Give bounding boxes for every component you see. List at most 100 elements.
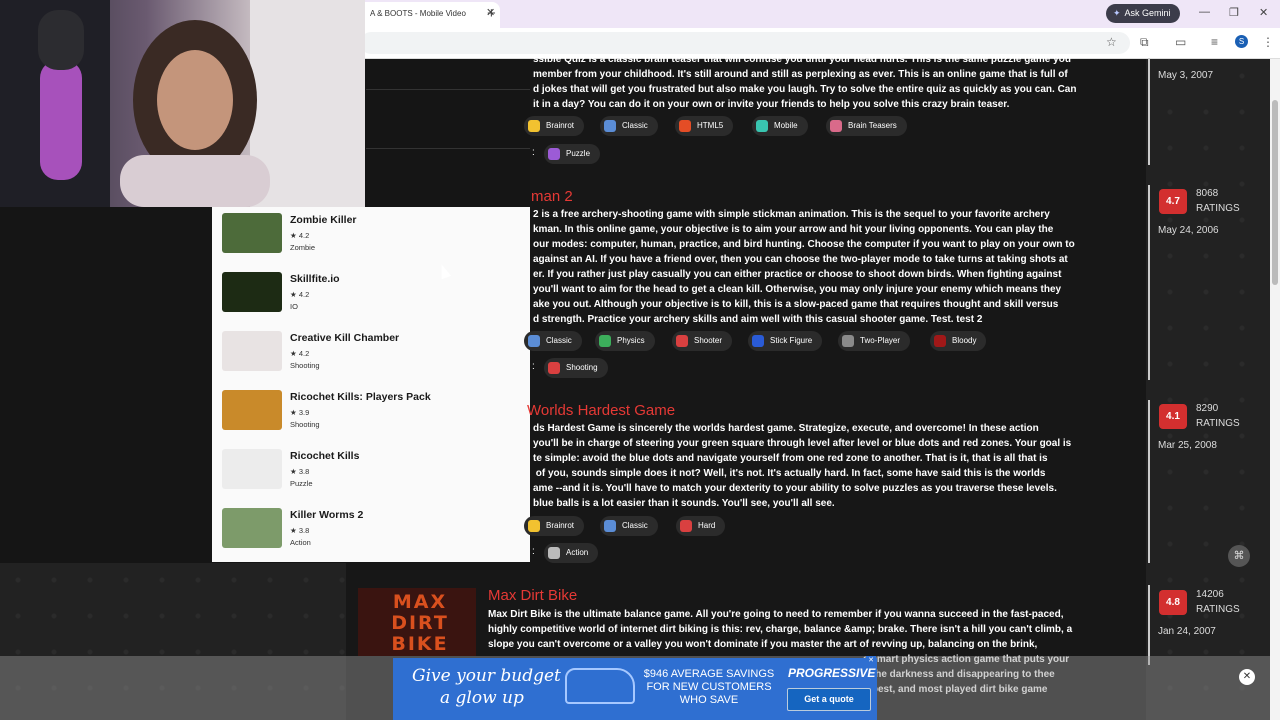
game-thumbnail[interactable] <box>222 390 282 430</box>
tag-chip[interactable]: Classic <box>600 516 658 536</box>
sidebar-game-item[interactable]: Zombie Killer ★ 4.2 Zombie <box>212 207 530 267</box>
game-thumbnail[interactable] <box>222 508 282 548</box>
close-window-button[interactable]: ✕ <box>1259 6 1268 19</box>
star-icon: ★ <box>290 408 299 417</box>
game-title[interactable]: Worlds Hardest Game <box>527 402 675 419</box>
ad-offer-text: $946 AVERAGE SAVINGS FOR NEW CUSTOMERS W… <box>643 668 775 706</box>
game-rating: ★ 3.8 <box>290 526 309 535</box>
game-name[interactable]: Ricochet Kills: Players Pack <box>290 391 431 403</box>
bookmark-star-icon[interactable]: ☆ <box>1106 35 1117 49</box>
rating-value: 3.8 <box>298 526 310 535</box>
maximize-button[interactable]: ❐ <box>1229 6 1239 19</box>
sidebar-game-item[interactable]: Ricochet Kills: Players Pack ★ 3.9 Shootin… <box>212 384 530 444</box>
release-date: Jan 24, 2007 <box>1158 626 1216 637</box>
sidebar-game-item[interactable]: Creative Kill Chamber ★ 4.2 Shooting <box>212 325 530 385</box>
game-name[interactable]: Killer Worms 2 <box>290 509 363 521</box>
reading-list-icon[interactable]: ≡ <box>1211 35 1218 49</box>
sidebar-list-bottom <box>212 556 530 562</box>
tags-colon: : <box>532 546 535 557</box>
rating-value: 3.9 <box>298 408 310 417</box>
ad-info-icon[interactable]: ✕ <box>866 656 876 666</box>
tag-chip[interactable]: HTML5 <box>675 116 734 136</box>
ask-gemini-button[interactable]: ✦ Ask Gemini <box>1106 4 1180 23</box>
tag-chip[interactable]: Stick Figure <box>748 331 823 351</box>
game-category: Shooting <box>290 361 320 370</box>
tag-chip[interactable]: Shooter <box>672 331 733 351</box>
game-category: Action <box>290 538 311 547</box>
game-description-line: highly competitive world of internet dir… <box>488 624 1073 635</box>
tag-chip[interactable]: Bloody <box>930 331 987 351</box>
game-title[interactable]: Max Dirt Bike <box>488 587 577 604</box>
tag-chip[interactable]: Brain Teasers <box>826 116 907 136</box>
sidebar-game-item[interactable]: Killer Worms 2 ★ 3.8 Action <box>212 502 530 562</box>
tags-colon: : <box>532 361 535 372</box>
tag-chip[interactable]: Mobile <box>752 116 808 136</box>
sidebar-game-item[interactable]: Skillfite.io ★ 4.2 IO <box>212 266 530 326</box>
tag-icon <box>528 519 540 532</box>
game-description-line: it in a day? You can do it on your own o… <box>533 99 1010 110</box>
game-name[interactable]: Zombie Killer <box>290 214 357 226</box>
tag-chip[interactable]: Classic <box>600 116 658 136</box>
more-menu-icon[interactable]: ⋮ <box>1262 35 1274 49</box>
rating-column-divider <box>1148 58 1150 165</box>
game-description-line: slope you can't overcome or a valley you… <box>488 639 1038 650</box>
get-quote-button[interactable]: Get a quote <box>787 688 871 711</box>
game-description-line: ds Hardest Game is sincerely the worlds … <box>533 423 1039 434</box>
game-description-line: Max Dirt Bike is the ultimate balance ga… <box>488 609 1064 620</box>
tag-label: Classic <box>622 521 648 530</box>
tag-label: Brain Teasers <box>848 121 897 130</box>
tag-icon <box>528 334 540 347</box>
cast-icon[interactable]: ▭ <box>1175 35 1186 49</box>
url-field[interactable] <box>360 32 1130 54</box>
tag-label: Brainrot <box>546 521 575 530</box>
tag-icon <box>679 119 691 132</box>
ratings-label: RATINGS <box>1196 203 1240 214</box>
tag-chip[interactable]: Physics <box>595 331 655 351</box>
tag-label: Action <box>566 548 589 557</box>
ad-brand: PROGRESSIVE <box>788 666 876 680</box>
category-chip[interactable]: Action <box>544 543 599 563</box>
game-description-line: ake you out. Although your objective is … <box>533 299 1059 310</box>
tag-icon <box>830 119 842 132</box>
minimize-button[interactable]: — <box>1199 6 1210 18</box>
category-chip[interactable]: Shooting <box>544 358 608 378</box>
game-thumbnail[interactable] <box>222 449 282 489</box>
game-category: IO <box>290 302 298 311</box>
game-thumbnail[interactable] <box>222 331 282 371</box>
ad-headline-1: Give your budget <box>412 666 561 686</box>
game-description-line: our modes: computer, human, practice, an… <box>533 239 1075 250</box>
game-description-line: kman. In this online game, your objectiv… <box>533 224 1054 235</box>
tag-icon <box>676 334 688 347</box>
category-chip[interactable]: Puzzle <box>544 144 601 164</box>
tag-chip[interactable]: Two-Player <box>838 331 911 351</box>
tag-label: Hard <box>698 521 716 530</box>
rating-value: 4.2 <box>298 290 310 299</box>
tab-title[interactable]: A & BOOTS - Mobile Video <box>370 9 466 18</box>
tag-chip[interactable]: Brainrot <box>524 516 585 536</box>
ask-gemini-label: Ask Gemini <box>1124 8 1171 18</box>
new-tab-button[interactable]: + <box>487 5 496 22</box>
game-rating: ★ 4.2 <box>290 349 309 358</box>
tag-chip[interactable]: Hard <box>676 516 726 536</box>
pdf-icon[interactable]: ⌘ <box>1228 545 1250 567</box>
game-thumbnail[interactable] <box>222 213 282 253</box>
sidebar-game-item[interactable]: Ricochet Kills ★ 3.8 Puzzle <box>212 443 530 503</box>
extensions-icon[interactable]: ⧉ <box>1140 35 1149 50</box>
game-thumbnail[interactable] <box>222 272 282 312</box>
game-category: Puzzle <box>290 479 313 488</box>
game-name[interactable]: Creative Kill Chamber <box>290 332 399 344</box>
tag-chip[interactable]: Classic <box>524 331 582 351</box>
tag-label: Puzzle <box>566 149 591 158</box>
tag-icon <box>752 334 764 347</box>
game-name[interactable]: Skillfite.io <box>290 273 340 285</box>
tag-chip[interactable]: Brainrot <box>524 116 585 136</box>
ad-close-button[interactable]: ✕ <box>1239 669 1255 685</box>
game-description-line: 2 is a free archery-shooting game with s… <box>533 209 1050 220</box>
car-icon <box>565 668 635 704</box>
game-name[interactable]: Ricochet Kills <box>290 450 359 462</box>
gemini-sparkle-icon: ✦ <box>1113 8 1121 18</box>
ratings-label: RATINGS <box>1196 418 1240 429</box>
profile-avatar[interactable]: S <box>1235 35 1248 48</box>
game-title[interactable]: man 2 <box>531 188 573 205</box>
scrollbar-thumb[interactable] <box>1272 100 1278 285</box>
